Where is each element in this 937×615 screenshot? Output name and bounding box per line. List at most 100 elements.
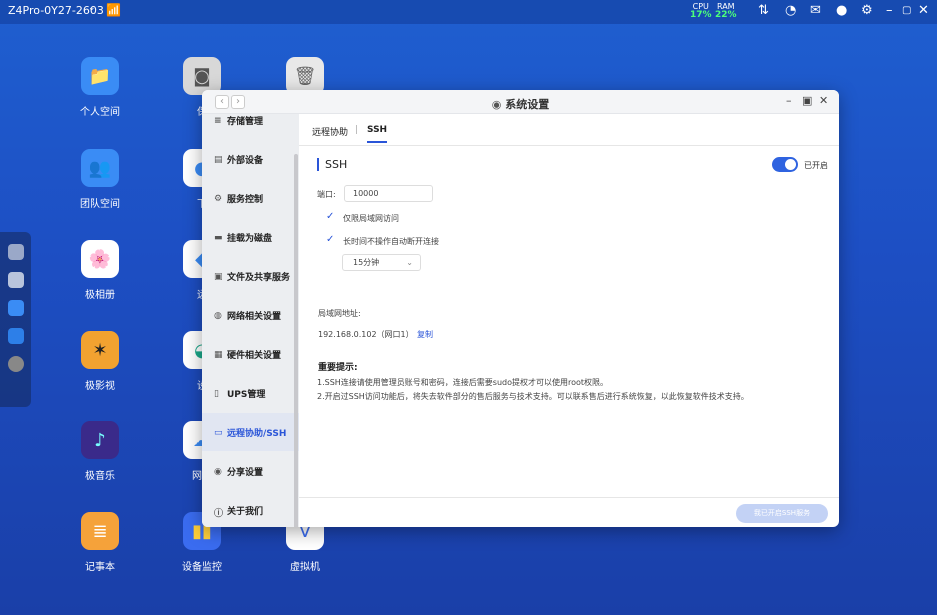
ssh-section-title: SSH (317, 158, 347, 171)
auto-disconnect-checkbox[interactable]: ✓ (326, 234, 337, 245)
service-icon: ⚙ (214, 193, 223, 204)
sidebar-item-external[interactable]: ▤ 外部设备 (202, 140, 299, 178)
notes-icon: ≣ (81, 512, 119, 550)
device-icon: ▤ (214, 154, 223, 165)
sidebar-item-label: 文件及共享服务 (227, 272, 291, 283)
speedometer-icon[interactable]: ◔ (785, 3, 796, 18)
sidebar-scrollbar[interactable] (294, 154, 298, 527)
ram-stat: RAM 22% (715, 2, 737, 20)
video-icon: ✶ (81, 331, 119, 369)
window-close-icon[interactable]: ✕ (819, 94, 828, 107)
tab-remote-assist[interactable]: 远程协助 (312, 125, 348, 138)
sidebar-item-service[interactable]: ⚙ 服务控制 (202, 179, 299, 217)
close-icon[interactable]: ✕ (918, 3, 929, 18)
sidebar-item-label: 网络相关设置 (227, 311, 282, 322)
desktop-icon-video[interactable]: ✶ 极影视 (60, 331, 140, 392)
desktop-icon-label: 个人空间 (80, 107, 120, 118)
sidebar-item-about[interactable]: ⓘ 关于我们 (202, 491, 299, 527)
drive-icon[interactable] (7, 244, 24, 260)
desktop-icon-label: 设备监控 (182, 562, 222, 573)
sidebar-item-ups[interactable]: ▯ UPS管理 (202, 374, 299, 412)
desktop-icon-team-space[interactable]: 👥 团队空间 (60, 149, 140, 210)
desktop-icon-photos[interactable]: 🌸 极相册 (60, 240, 140, 301)
remote-ssh-icon: ▭ (214, 427, 223, 438)
transfer-icon[interactable]: ⇅ (758, 3, 769, 18)
desktop-icon-label: 极相册 (85, 290, 115, 301)
sidebar-item-share[interactable]: ◉ 分享设置 (202, 452, 299, 490)
folder-icon: 📁 (81, 57, 119, 95)
maximize-icon[interactable]: ▢ (902, 5, 911, 16)
sidebar-item-remote-ssh[interactable]: ▭ 远程协助/SSH (202, 413, 299, 451)
settings-sidebar: ≡ 存储管理 ▤ 外部设备 ⚙ 服务控制 ▬ 挂载为磁盘 ▣ 文件及共享服务 ◍ 网络相关设… (202, 114, 299, 527)
lan-address-label: 局域网地址: (318, 309, 361, 318)
notice-title: 重要提示: (318, 363, 358, 373)
cpu-stat: CPU 17% (690, 2, 712, 20)
share-icon: ◉ (214, 466, 222, 477)
team-folder-icon: 👥 (81, 149, 119, 187)
cpu-value: 17% (690, 10, 712, 20)
apps-grid-icon[interactable] (7, 272, 24, 288)
sidebar-item-label: 服务控制 (227, 194, 264, 205)
ups-icon: ▯ (214, 388, 219, 399)
sidebar-item-label: 分享设置 (227, 467, 264, 478)
sidebar-item-label: UPS管理 (227, 389, 266, 400)
user-icon[interactable]: ● (836, 3, 847, 18)
lan-only-checkbox[interactable]: ✓ (326, 211, 337, 222)
window-maximize-icon[interactable]: ▣ (802, 94, 812, 107)
mail-icon[interactable]: ✉ (810, 3, 821, 18)
sidebar-item-label: 外部设备 (227, 155, 264, 166)
settings-logo-icon: ◉ (491, 98, 502, 111)
lan-address-value: 192.168.0.102（网口1） (318, 330, 414, 339)
desktop-icon-personal-space[interactable]: 📁 个人空间 (60, 57, 140, 118)
sidebar-item-hardware[interactable]: ▦ 硬件相关设置 (202, 335, 299, 373)
dock-settings-icon[interactable] (7, 356, 24, 372)
sidebar-item-label: 存储管理 (227, 116, 264, 127)
storage-icon: ≡ (214, 115, 222, 126)
tab-separator: | (355, 125, 359, 135)
desktop-icon-label: 团队空间 (80, 199, 120, 210)
sidebar-item-file-share[interactable]: ▣ 文件及共享服务 (202, 257, 299, 295)
wifi-icon: 📶 (106, 3, 121, 17)
sidebar-item-network[interactable]: ◍ 网络相关设置 (202, 296, 299, 334)
ssh-confirm-button[interactable]: 我已开启SSH服务 (736, 504, 828, 523)
file-share-icon: ▣ (214, 271, 223, 282)
side-dock (0, 232, 31, 407)
top-bar: Z4Pro-0Y27-2603 ⌄ 📶 CPU 17% RAM 22% ⇅ ◔ … (0, 0, 937, 24)
mount-icon: ▬ (214, 232, 223, 243)
lan-only-label: 仅限局域网访问 (343, 214, 399, 223)
sidebar-item-label: 远程协助/SSH (227, 428, 287, 439)
notice-line-2: 2.开启过SSH访问功能后，将失去软件部分的售后服务与技术支持。可以联系售后进行… (317, 392, 749, 401)
content-footer: 我已开启SSH服务 (299, 497, 839, 527)
tab-bar: 远程协助 | SSH (299, 114, 839, 146)
dock-app-icon[interactable] (7, 328, 24, 344)
sidebar-item-mount[interactable]: ▬ 挂载为磁盘 (202, 218, 299, 256)
desktop-icon-music[interactable]: ♪ 极音乐 (60, 421, 140, 482)
minimize-icon[interactable]: – (886, 3, 893, 18)
desktop-icon-notes[interactable]: ≣ 记事本 (60, 512, 140, 573)
window-title-text: 系统设置 (505, 98, 550, 111)
auto-disconnect-label: 长时间不操作自动断开连接 (343, 237, 439, 246)
ssh-toggle-label: 已开启 (804, 161, 828, 170)
dock-monitor-icon[interactable] (7, 300, 24, 316)
copy-link[interactable]: 复制 (417, 329, 433, 340)
info-icon: ⓘ (214, 508, 224, 519)
port-input[interactable]: 10000 (344, 185, 433, 202)
sidebar-item-label: 挂载为磁盘 (227, 233, 273, 244)
timeout-select-value: 15分钟 (353, 258, 380, 267)
notice-line-1: 1.SSH连接请使用管理员账号和密码，连接后需要sudo提权才可以使用root权… (317, 378, 609, 387)
music-icon: ♪ (81, 421, 119, 459)
window-minimize-icon[interactable]: – (786, 94, 792, 107)
desktop-icon-label: 极影视 (85, 381, 115, 392)
chevron-down-icon: ⌄ (406, 258, 413, 267)
system-settings-window: ‹ › ◉ 系统设置 – ▣ ✕ ≡ 存储管理 ▤ 外部设备 ⚙ 服务控制 ▬ 挂载为磁盘… (202, 90, 839, 527)
gear-icon[interactable]: ⚙ (861, 3, 873, 18)
sidebar-item-storage[interactable]: ≡ 存储管理 (202, 101, 299, 139)
hardware-icon: ▦ (214, 349, 223, 360)
chevron-down-icon[interactable]: ⌄ (88, 3, 96, 13)
sidebar-item-label: 硬件相关设置 (227, 350, 282, 361)
timeout-select[interactable]: 15分钟 ⌄ (342, 254, 421, 271)
tab-ssh[interactable]: SSH (367, 125, 388, 143)
port-label: 端口: (317, 190, 336, 199)
ssh-toggle[interactable] (772, 157, 798, 172)
photos-icon: 🌸 (81, 240, 119, 278)
